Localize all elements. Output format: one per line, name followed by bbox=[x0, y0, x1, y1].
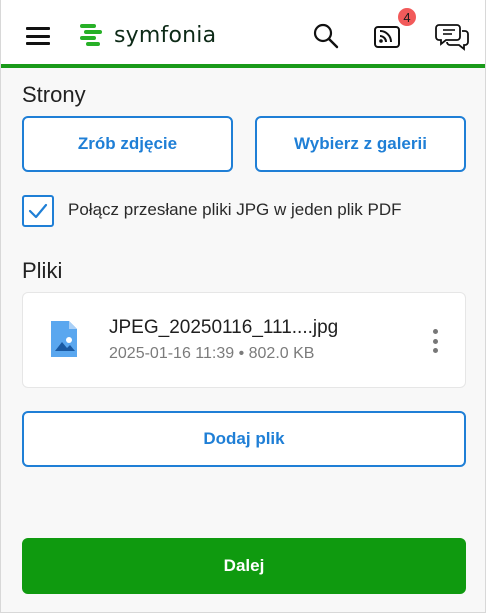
search-icon[interactable] bbox=[308, 18, 344, 54]
merge-pdf-label[interactable]: Połącz przesłane pliki JPG w jeden plik … bbox=[68, 200, 402, 220]
hamburger-icon[interactable] bbox=[26, 27, 50, 45]
next-button[interactable]: Dalej bbox=[22, 538, 466, 594]
file-list-item[interactable]: JPEG_20250116_111....jpg 2025-01-16 11:3… bbox=[22, 292, 466, 388]
logo-mark-icon bbox=[80, 24, 102, 46]
logo-text: symfonia bbox=[114, 22, 217, 48]
more-options-icon[interactable] bbox=[427, 329, 443, 353]
notification-badge: 4 bbox=[396, 6, 418, 28]
choose-gallery-button[interactable]: Wybierz z galerii bbox=[255, 116, 466, 172]
pages-section-title: Strony bbox=[22, 82, 86, 107]
app-header: symfonia 4 bbox=[0, 0, 486, 68]
merge-pdf-checkbox[interactable] bbox=[22, 195, 54, 227]
files-section-title: Pliki bbox=[22, 258, 63, 283]
image-file-icon bbox=[51, 321, 77, 357]
symfonia-logo[interactable]: symfonia bbox=[78, 20, 216, 50]
checkmark-icon bbox=[28, 203, 48, 219]
take-photo-button[interactable]: Zrób zdjęcie bbox=[22, 116, 233, 172]
add-file-button[interactable]: Dodaj plik bbox=[22, 411, 466, 467]
file-meta: 2025-01-16 11:39 • 802.0 KB bbox=[109, 345, 315, 362]
file-name: JPEG_20250116_111....jpg bbox=[109, 317, 339, 338]
chat-icon[interactable] bbox=[435, 18, 471, 54]
